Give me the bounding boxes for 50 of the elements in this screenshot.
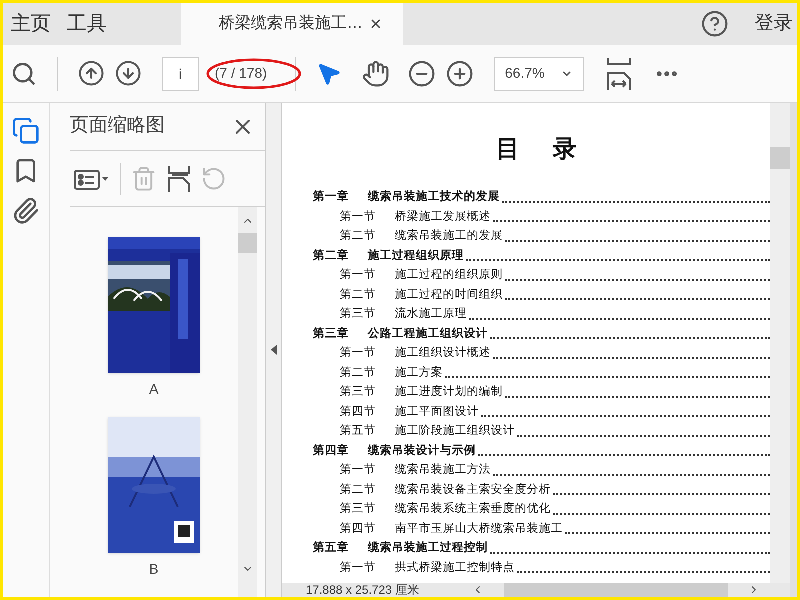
- paperclip-icon[interactable]: [12, 197, 40, 225]
- toc-entry[interactable]: 第五章 缆索吊装施工过程控制: [313, 538, 770, 558]
- scrollbar-thumb[interactable]: [238, 233, 257, 253]
- fit-page-icon[interactable]: [606, 56, 632, 90]
- zoom-out-icon[interactable]: [408, 60, 436, 88]
- toc-entry[interactable]: 第三节 施工进度计划的编制: [313, 382, 770, 402]
- toc-entry[interactable]: 第二节 缆索吊装设备主索安全度分析: [313, 480, 770, 499]
- arrow-down-icon[interactable]: [115, 60, 142, 87]
- toc-entry[interactable]: 第三章 公路工程施工组织设计: [313, 324, 770, 343]
- collapse-arrow-icon[interactable]: [270, 345, 276, 355]
- toc-entry[interactable]: 第一节 桥梁施工发展概述: [313, 206, 770, 226]
- toc-entry[interactable]: 第二节 缆索吊装施工的发展: [313, 226, 770, 246]
- toc-entry[interactable]: 第四节 施工平面图设计: [313, 402, 770, 421]
- toc-entry[interactable]: 第一节 缆索吊装施工方法: [313, 460, 770, 480]
- zoom-dropdown[interactable]: 66.7%: [494, 56, 584, 90]
- hand-icon[interactable]: [362, 60, 390, 88]
- insert-page-icon[interactable]: [167, 164, 191, 192]
- toc-entry[interactable]: 第一节 拱式桥梁施工控制特点: [313, 558, 770, 577]
- toc-entry[interactable]: 第二章 施工过程组织原理: [313, 246, 770, 265]
- thumbnail-label: B: [149, 561, 159, 577]
- toc-entry[interactable]: 第四节 南平市玉屏山大桥缆索吊装施工: [313, 518, 770, 538]
- help-icon[interactable]: [701, 10, 729, 38]
- toc-entry[interactable]: 第一节 施工过程的组织原则: [313, 265, 770, 284]
- page-count: (7 / 178): [214, 64, 268, 83]
- scrollbar[interactable]: [238, 207, 257, 597]
- panel-title: 页面缩略图: [70, 114, 165, 138]
- search-icon[interactable]: [11, 60, 37, 86]
- scrollbar-thumb[interactable]: [504, 583, 728, 597]
- pages-icon[interactable]: [12, 117, 40, 145]
- zoom-in-icon[interactable]: [446, 60, 474, 88]
- arrow-up-icon[interactable]: [78, 60, 105, 87]
- toc-entry[interactable]: 第三节 流水施工原理: [313, 304, 770, 324]
- scrollbar[interactable]: [770, 103, 790, 583]
- close-icon[interactable]: [369, 17, 383, 31]
- toc-entry[interactable]: 第一节 施工组织设计概述: [313, 343, 770, 362]
- scrollbar-thumb[interactable]: [770, 147, 790, 169]
- toc-entry[interactable]: 第一章 缆索吊装施工技术的发展: [313, 187, 770, 206]
- toc-entry[interactable]: 第二节 施工方案: [313, 362, 770, 382]
- document-title: 目 录: [496, 133, 578, 165]
- toc-entry[interactable]: 第五节 施工阶段施工组织设计: [313, 421, 770, 440]
- login-button[interactable]: 登录: [755, 3, 797, 45]
- tab[interactable]: 工具: [59, 3, 115, 45]
- page-size: 17.888 x 25.723 厘米: [305, 583, 420, 597]
- toc-entry[interactable]: 第四章 缆索吊装设计与示例: [313, 440, 770, 460]
- toc-entry[interactable]: 第二节 施工过程的时间组织: [313, 284, 770, 304]
- page-field[interactable]: i: [162, 56, 199, 90]
- tab[interactable]: 桥梁缆索吊装施工…: [181, 3, 403, 45]
- tab[interactable]: 主页: [3, 3, 59, 45]
- thumbnail-label: A: [149, 381, 159, 397]
- toc-entry[interactable]: 第三节 缆索吊装系统主索垂度的优化: [313, 499, 770, 518]
